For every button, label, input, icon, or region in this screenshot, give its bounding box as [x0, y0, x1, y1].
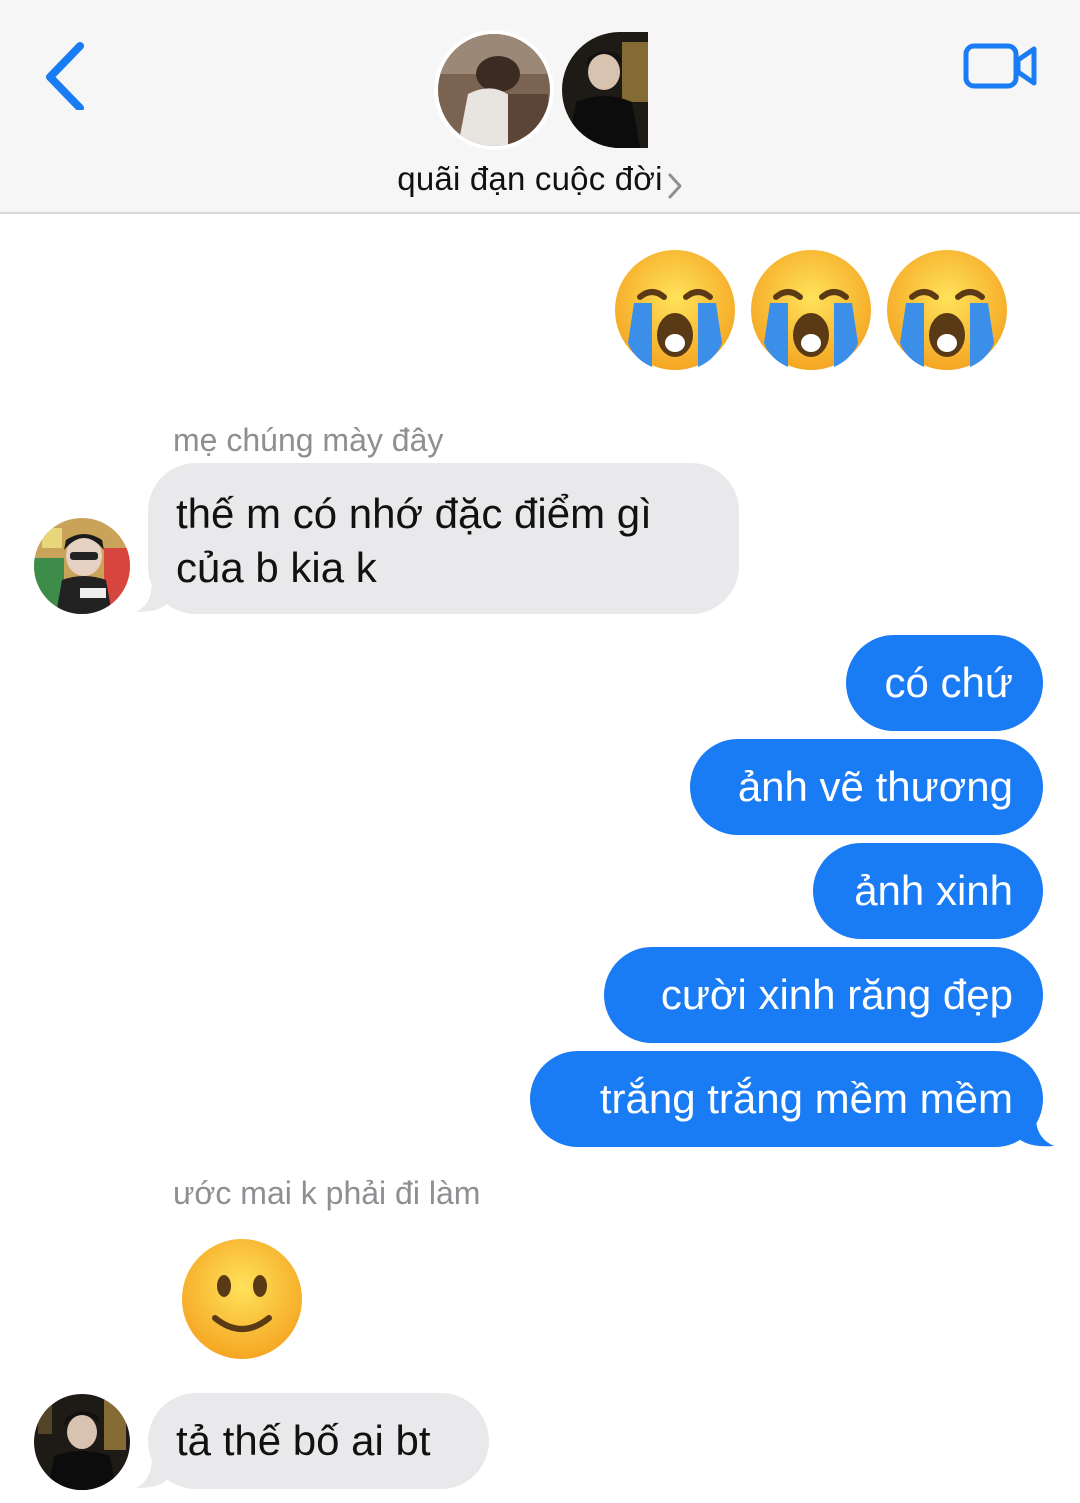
outgoing-message[interactable]: có chứ [846, 635, 1043, 731]
outgoing-message[interactable]: cười xinh răng đẹp [604, 947, 1043, 1043]
outgoing-message[interactable]: trắng trắng mềm mềm [530, 1051, 1043, 1147]
crying-emoji[interactable] [884, 247, 1010, 373]
message-text: tả thế bố ai bt [176, 1417, 431, 1464]
back-chevron-icon[interactable] [38, 40, 94, 110]
crying-emoji[interactable] [748, 247, 874, 373]
group-name: quãi đạn cuộc đời [397, 160, 663, 197]
sender-name: ước mai k phải đi làm [173, 1175, 481, 1211]
sender-avatar[interactable] [34, 1394, 130, 1490]
smiling-emoji[interactable] [179, 1236, 305, 1362]
chevron-right-icon [668, 173, 682, 199]
outgoing-message[interactable]: ảnh vẽ thương [690, 739, 1043, 835]
message-text: ảnh xinh [854, 867, 1013, 914]
sender-avatar[interactable] [34, 518, 130, 614]
sender-name: mẹ chúng mày đây [173, 422, 444, 458]
video-call-icon[interactable] [962, 40, 1040, 92]
conversation-header: quãi đạn cuộc đời [0, 0, 1080, 214]
incoming-message[interactable]: tả thế bố ai bt [148, 1393, 489, 1489]
group-avatar-2[interactable] [562, 32, 648, 148]
group-name-button[interactable]: quãi đạn cuộc đời [0, 160, 1080, 200]
message-text: cười xinh răng đẹp [660, 971, 1013, 1018]
message-text: ảnh vẽ thương [737, 763, 1013, 810]
message-text-line: của b kia k [176, 544, 377, 591]
group-avatar-1[interactable] [434, 30, 554, 150]
message-text: trắng trắng mềm mềm [599, 1075, 1013, 1122]
incoming-message[interactable]: thế m có nhớ đặc điểm gì của b kia k [148, 463, 739, 614]
message-text-line: thế m có nhớ đặc điểm gì [176, 490, 652, 537]
outgoing-message[interactable]: ảnh xinh [813, 843, 1043, 939]
crying-emoji[interactable] [612, 247, 738, 373]
message-text: có chứ [884, 659, 1013, 706]
